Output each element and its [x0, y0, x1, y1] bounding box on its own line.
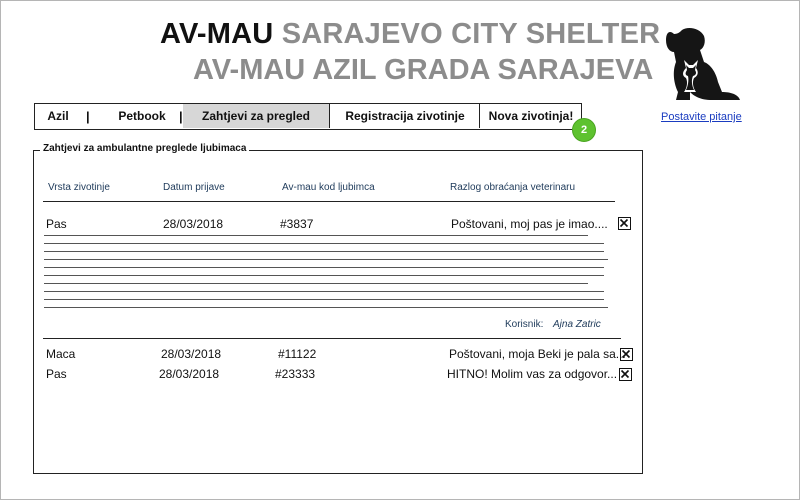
- nav-item-zahtjevi[interactable]: Zahtjevi za pregled: [183, 104, 329, 128]
- page-subtitle: AV-MAU AZIL GRADA SARAJEVA: [193, 54, 654, 86]
- user-name: Ajna Zatric: [553, 319, 601, 330]
- delete-request-button[interactable]: [618, 217, 631, 230]
- title-brand: AV-MAU: [160, 18, 274, 50]
- user-label: Korisnik:: [505, 319, 544, 330]
- row-code: #11122: [278, 347, 317, 361]
- notification-badge: 2: [572, 118, 596, 142]
- ask-question-link[interactable]: Postavite pitanje: [661, 111, 742, 123]
- header-divider: [43, 201, 615, 202]
- close-icon: [619, 218, 629, 228]
- row-date: 28/03/2018: [161, 347, 222, 361]
- delete-request-button[interactable]: [620, 348, 633, 361]
- expanded-date: 28/03/2018: [163, 217, 224, 231]
- row-code: #23333: [275, 367, 316, 381]
- panel-legend: Zahtjevi za ambulantne preglede ljubimac…: [40, 143, 250, 154]
- nav-item-nova-zivotinja[interactable]: Nova zivotinja!: [479, 104, 582, 128]
- row-species: Pas: [46, 367, 67, 381]
- page-title: AV-MAU SARAJEVO CITY SHELTER: [160, 18, 660, 51]
- expanded-code: #3837: [280, 217, 314, 231]
- nav-item-petbook[interactable]: Petbook: [105, 104, 179, 128]
- column-header-species: Vrsta zivotinje: [48, 182, 110, 193]
- expanded-divider: [43, 338, 621, 339]
- column-header-code: Av-mau kod ljubimca: [282, 182, 375, 193]
- nav-item-registracija[interactable]: Registracija zivotinje: [329, 104, 480, 128]
- title-rest: SARAJEVO CITY SHELTER: [281, 18, 661, 50]
- row-species: Maca: [46, 347, 76, 361]
- close-icon: [621, 349, 631, 359]
- nav-separator: |: [86, 109, 90, 124]
- expanded-reason[interactable]: Poštovani, moj pas je imao....: [451, 217, 608, 231]
- row-date: 28/03/2018: [159, 367, 220, 381]
- column-header-date: Datum prijave: [163, 182, 225, 193]
- row-reason[interactable]: HITNO! Molim vas za odgovor...: [447, 367, 617, 381]
- column-header-reason: Razlog obraćanja veterinaru: [450, 182, 576, 193]
- nav-item-azil[interactable]: Azil: [35, 104, 81, 128]
- expanded-message-text: [44, 235, 608, 315]
- cat-dog-logo-icon: [666, 28, 740, 100]
- main-nav: Azil | Petbook | Zahtjevi za pregled Reg…: [34, 103, 582, 130]
- delete-request-button[interactable]: [619, 368, 632, 381]
- close-icon: [620, 369, 630, 379]
- expanded-species: Pas: [46, 217, 67, 231]
- row-reason[interactable]: Poštovani, moja Beki je pala sa...: [449, 347, 626, 361]
